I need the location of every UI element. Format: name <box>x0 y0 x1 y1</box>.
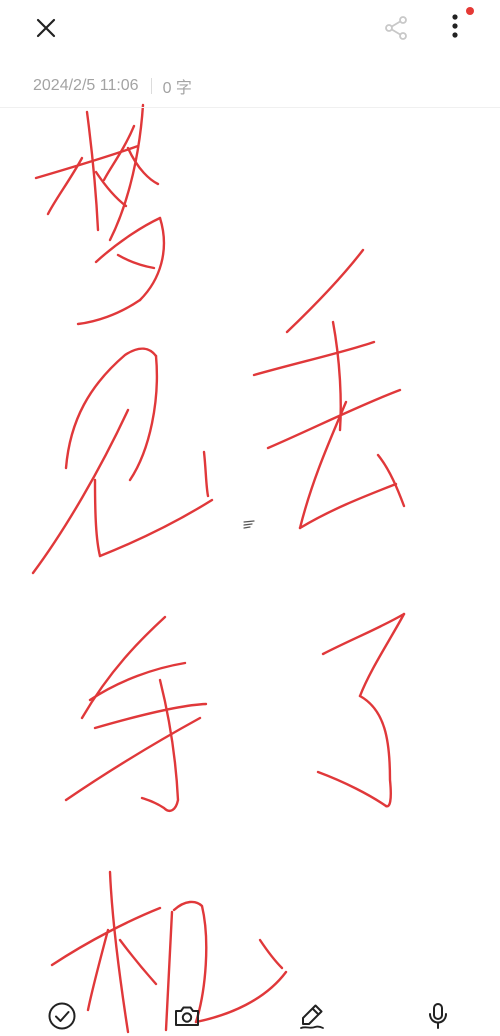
handwriting-canvas[interactable] <box>0 0 500 1036</box>
camera-icon <box>175 1006 199 1026</box>
checklist-button[interactable] <box>42 998 82 1034</box>
header-divider <box>0 107 500 108</box>
more-vertical-icon <box>452 14 458 38</box>
top-bar <box>0 0 500 56</box>
close-icon <box>36 18 56 38</box>
close-button[interactable] <box>24 6 68 50</box>
meta-divider <box>150 78 152 94</box>
note-timestamp: 2024/2/5 11:06 <box>33 77 139 94</box>
microphone-icon <box>429 1003 447 1029</box>
handwriting-stroke-group-4 <box>64 615 208 812</box>
character-count: 0 字 <box>162 80 192 97</box>
handwriting-stroke-group-5 <box>316 612 406 808</box>
check-circle-icon <box>48 1002 76 1030</box>
note-meta: 2024/2/5 11:06 0 字 <box>33 74 192 98</box>
pen-icon <box>300 1004 324 1029</box>
share-button[interactable] <box>374 6 418 50</box>
handwriting-stroke-small-mark <box>243 520 255 529</box>
handwriting-stroke-group-2 <box>31 347 214 575</box>
notification-dot <box>466 7 474 15</box>
handwriting-stroke-group-1 <box>34 103 166 326</box>
voice-button[interactable] <box>418 998 458 1034</box>
handwriting-button[interactable] <box>292 998 332 1034</box>
bottom-toolbar <box>0 996 500 1036</box>
camera-button[interactable] <box>167 998 207 1034</box>
share-icon <box>385 16 407 40</box>
handwriting-stroke-group-3 <box>252 248 406 530</box>
